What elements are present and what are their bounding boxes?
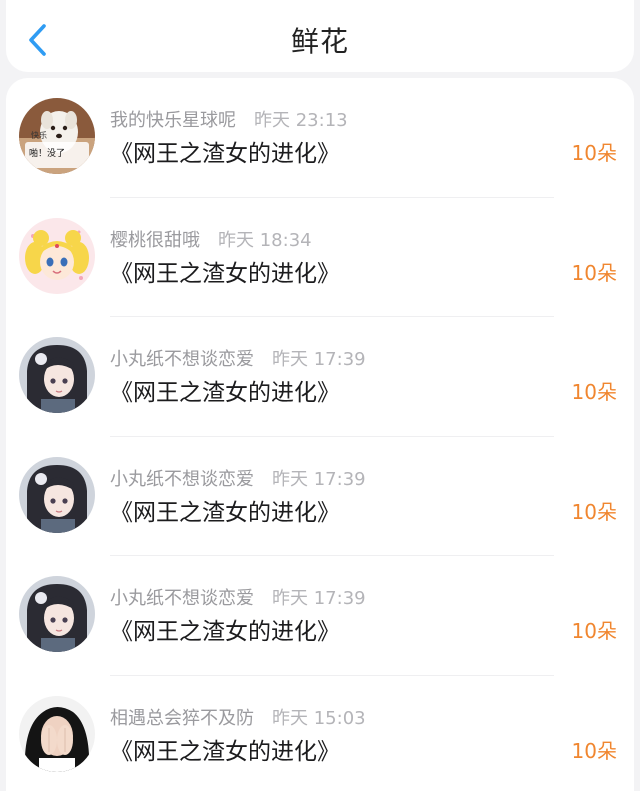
flower-amount: 10朵	[571, 499, 617, 524]
list-item[interactable]: 相遇总会猝不及防 昨天 15:03 《网王之渣女的进化》 10朵	[6, 676, 634, 791]
sailor-moon-avatar[interactable]	[19, 217, 95, 294]
avatar-caption-bottom: 啪！没了	[29, 147, 65, 159]
sender-name: 小丸纸不想谈恋爱	[110, 349, 254, 370]
list-item[interactable]: 樱桃很甜哦 昨天 18:34 《网王之渣女的进化》 10朵	[6, 198, 634, 317]
sender-name: 我的快乐星球呢	[110, 110, 236, 131]
sender-name: 樱桃很甜哦	[110, 229, 200, 251]
book-title: 《网王之渣女的进化》	[110, 141, 340, 167]
page-title: 鲜花	[290, 25, 349, 58]
send-time: 昨天 17:39	[272, 349, 366, 370]
book-title: 《网王之渣女的进化》	[110, 380, 340, 406]
sender-name: 相遇总会猝不及防	[110, 707, 254, 729]
anime-girl-avatar[interactable]	[19, 337, 95, 413]
flower-amount: 10朵	[571, 738, 617, 763]
avatar-caption-top: 快乐	[31, 130, 47, 140]
flower-amount: 10朵	[571, 619, 617, 643]
list-item[interactable]: 小丸纸不想谈恋爱 昨天 17:39 《网王之渣女的进化》 10朵	[6, 317, 634, 437]
sender-name: 小丸纸不想谈恋爱	[110, 468, 254, 490]
sender-name: 小丸纸不想谈恋爱	[110, 588, 254, 609]
anime-girl-avatar[interactable]	[19, 576, 95, 652]
book-title: 《网王之渣女的进化》	[110, 738, 340, 765]
flower-amount: 10朵	[571, 260, 617, 285]
send-time: 昨天 17:39	[272, 588, 366, 609]
list-item[interactable]: 小丸纸不想谈恋爱 昨天 17:39 《网王之渣女的进化》 10朵	[6, 437, 634, 556]
sender-meta: 小丸纸不想谈恋爱 昨天 17:39	[110, 584, 366, 610]
sender-meta: 樱桃很甜哦 昨天 18:34	[110, 226, 312, 252]
sender-meta: 相遇总会猝不及防 昨天 15:03	[110, 704, 366, 730]
sender-meta: 小丸纸不想谈恋爱 昨天 17:39	[110, 345, 366, 371]
send-time: 昨天 17:39	[272, 468, 366, 490]
book-title: 《网王之渣女的进化》	[110, 619, 340, 645]
flower-record-list: 快乐 啪！没了 我的快乐星球呢昨天 23:13 《网王之渣女的进化》 10朵	[6, 78, 634, 791]
girl-covering-face-avatar[interactable]	[19, 695, 95, 772]
send-time: 昨天 18:34	[218, 229, 312, 251]
flower-amount: 10朵	[571, 141, 617, 165]
anime-girl-avatar[interactable]	[19, 456, 95, 533]
nav-header: 鲜花	[6, 0, 634, 72]
flower-amount: 10朵	[571, 380, 617, 404]
book-title: 《网王之渣女的进化》	[110, 499, 340, 526]
dog-meme-avatar[interactable]: 快乐 啪！没了	[19, 98, 95, 174]
list-item[interactable]: 快乐 啪！没了 我的快乐星球呢 昨天 23:13 《网王之渣女的进化》 10朵	[6, 78, 634, 198]
sender-meta: 我的快乐星球呢 昨天 23:13	[110, 106, 348, 132]
sender-meta: 小丸纸不想谈恋爱 昨天 17:39	[110, 465, 366, 491]
send-time: 昨天 15:03	[272, 707, 366, 729]
book-title: 《网王之渣女的进化》	[110, 260, 340, 287]
send-time: 昨天 23:13	[254, 110, 348, 131]
list-item[interactable]: 小丸纸不想谈恋爱 昨天 17:39 《网王之渣女的进化》 10朵	[6, 556, 634, 676]
